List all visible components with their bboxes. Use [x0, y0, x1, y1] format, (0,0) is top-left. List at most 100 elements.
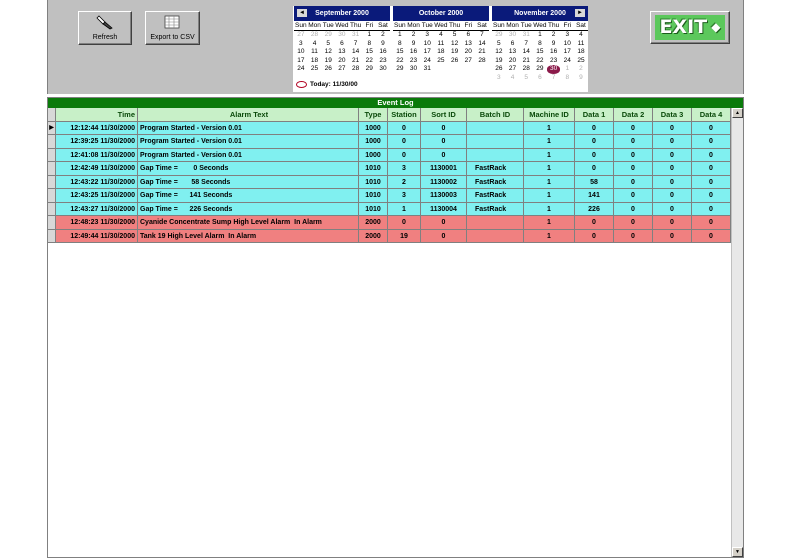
calendar-day[interactable]: 2 — [407, 31, 421, 40]
calendar-day[interactable]: 12 — [448, 40, 462, 49]
table-cell[interactable]: 0 — [692, 229, 731, 243]
table-cell[interactable]: 12:42:49 11/30/2000 — [56, 162, 138, 176]
calendar-day[interactable]: 20 — [461, 48, 475, 57]
calendar-day[interactable]: 30 — [407, 65, 421, 74]
table-cell[interactable]: 12:41:08 11/30/2000 — [56, 148, 138, 162]
table-cell[interactable]: 3 — [388, 162, 421, 176]
calendar-day[interactable]: 5 — [448, 31, 462, 40]
table-cell[interactable]: 1 — [524, 162, 575, 176]
table-cell[interactable]: 0 — [692, 189, 731, 203]
row-selector[interactable] — [48, 229, 56, 243]
table-cell[interactable]: 0 — [388, 135, 421, 149]
column-header[interactable]: Data 4 — [692, 108, 731, 122]
calendar-day[interactable]: 13 — [506, 48, 520, 57]
table-cell[interactable]: 0 — [653, 189, 692, 203]
calendar-day[interactable]: 3 — [294, 40, 308, 49]
calendar-day[interactable]: 28 — [519, 65, 533, 74]
table-cell[interactable]: 1010 — [359, 202, 388, 216]
calendar-day[interactable]: 27 — [461, 57, 475, 66]
column-header[interactable]: Time — [56, 108, 138, 122]
calendar-day[interactable]: 31 — [349, 31, 363, 40]
calendar-day[interactable]: 21 — [475, 48, 489, 57]
calendar-day[interactable]: 18 — [308, 57, 322, 66]
calendar-day[interactable]: 30 — [335, 31, 349, 40]
table-cell[interactable]: 0 — [614, 121, 653, 135]
export-csv-button[interactable]: Export to CSV — [145, 11, 200, 45]
calendar-day[interactable]: 8 — [533, 40, 547, 49]
table-cell[interactable]: 0 — [388, 121, 421, 135]
calendar-day[interactable]: 24 — [420, 57, 434, 66]
table-cell[interactable]: FastRack — [467, 162, 524, 176]
calendar-day[interactable]: 9 — [547, 40, 561, 49]
table-cell[interactable]: 3 — [388, 189, 421, 203]
table-cell[interactable]: 1130002 — [421, 175, 467, 189]
calendar-day[interactable]: 6 — [335, 40, 349, 49]
table-cell[interactable]: 1 — [524, 216, 575, 230]
calendar-day[interactable]: 23 — [376, 57, 390, 66]
row-selector[interactable] — [48, 189, 56, 203]
table-cell[interactable]: 0 — [653, 121, 692, 135]
table-cell[interactable]: 2 — [388, 175, 421, 189]
scroll-up-button[interactable]: ▲ — [732, 108, 743, 118]
calendar-day[interactable]: 21 — [349, 57, 363, 66]
table-cell[interactable]: Program Started - Version 0.01 — [138, 121, 359, 135]
calendar-day[interactable]: 28 — [475, 57, 489, 66]
calendar-day[interactable]: 23 — [547, 57, 561, 66]
calendar-grid[interactable]: Sun Mon Tue Wed Thu Fri Sat 29 30 31 1 2 3 4 5 6 7 8 9 10 11… — [492, 22, 588, 82]
table-cell[interactable]: 0 — [575, 135, 614, 149]
table-cell[interactable]: 0 — [575, 162, 614, 176]
table-cell[interactable]: 12:49:44 11/30/2000 — [56, 229, 138, 243]
calendar-day[interactable]: 29 — [533, 65, 547, 74]
calendar-day[interactable]: 7 — [349, 40, 363, 49]
calendar-day[interactable]: 21 — [519, 57, 533, 66]
table-cell[interactable]: 0 — [614, 175, 653, 189]
calendar-day[interactable]: 27 — [294, 31, 308, 40]
table-cell[interactable]: FastRack — [467, 175, 524, 189]
table-cell[interactable]: Cyanide Concentrate Sump High Level Alar… — [138, 216, 359, 230]
calendar-day[interactable]: 14 — [519, 48, 533, 57]
table-cell[interactable]: 58 — [575, 175, 614, 189]
table-cell[interactable]: 12:43:22 11/30/2000 — [56, 175, 138, 189]
table-cell[interactable]: 0 — [421, 148, 467, 162]
table-cell[interactable]: 1010 — [359, 162, 388, 176]
table-cell[interactable]: 226 — [575, 202, 614, 216]
calendar-day[interactable]: 20 — [506, 57, 520, 66]
table-row[interactable]: 12:43:27 11/30/2000 Gap Time = 226 Second… — [48, 202, 731, 216]
calendar-day[interactable]: 1 — [533, 31, 547, 40]
calendar-day[interactable]: 9 — [574, 74, 588, 83]
calendar-day[interactable]: 18 — [434, 48, 448, 57]
table-cell[interactable]: 2000 — [359, 229, 388, 243]
column-header[interactable]: Station — [388, 108, 421, 122]
calendar-day[interactable]: 4 — [434, 31, 448, 40]
table-cell[interactable]: 1000 — [359, 121, 388, 135]
next-month-button[interactable]: ► — [575, 9, 585, 17]
calendar-day[interactable]: 11 — [308, 48, 322, 57]
table-cell[interactable]: 0 — [614, 189, 653, 203]
calendar-day[interactable]: 19 — [448, 48, 462, 57]
calendar-day[interactable]: 8 — [393, 40, 407, 49]
table-cell[interactable]: 0 — [653, 135, 692, 149]
table-cell[interactable]: 0 — [692, 175, 731, 189]
table-cell[interactable]: 1 — [524, 175, 575, 189]
column-header[interactable]: Data 1 — [575, 108, 614, 122]
row-selector[interactable] — [48, 135, 56, 149]
column-header[interactable]: Data 3 — [653, 108, 692, 122]
table-cell[interactable]: 0 — [692, 121, 731, 135]
calendar-day[interactable]: 15 — [533, 48, 547, 57]
table-cell[interactable]: Gap Time = 141 Seconds — [138, 189, 359, 203]
calendar-day[interactable]: 30 — [376, 65, 390, 74]
calendar-day[interactable]: 22 — [393, 57, 407, 66]
calendar-day[interactable]: 7 — [519, 40, 533, 49]
calendar-day[interactable]: 28 — [349, 65, 363, 74]
table-cell[interactable]: 0 — [653, 202, 692, 216]
calendar-day[interactable]: 28 — [308, 31, 322, 40]
table-cell[interactable]: 0 — [421, 135, 467, 149]
table-cell[interactable]: 1130001 — [421, 162, 467, 176]
calendar-day[interactable]: 1 — [560, 65, 574, 74]
calendar-day[interactable]: 13 — [335, 48, 349, 57]
table-cell[interactable]: FastRack — [467, 202, 524, 216]
calendar-day[interactable]: 23 — [407, 57, 421, 66]
calendar-day[interactable]: 16 — [407, 48, 421, 57]
scroll-down-button[interactable]: ▼ — [732, 547, 743, 557]
table-row[interactable]: 12:42:49 11/30/2000 Gap Time = 0 Seconds 1… — [48, 162, 731, 176]
